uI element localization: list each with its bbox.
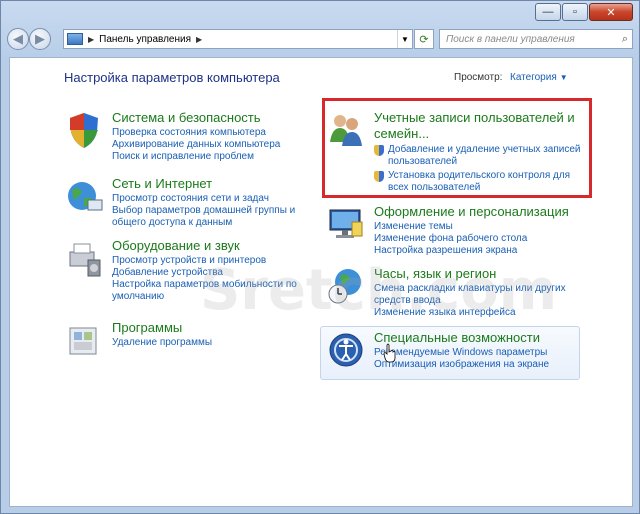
view-mode-dropdown[interactable]: Категория ▼	[510, 72, 568, 83]
category-clock-language: Часы, язык и регион Смена раскладки клав…	[322, 266, 582, 322]
link-text: Установка родительского контроля для	[388, 170, 571, 181]
link-keyboard-layout-cont[interactable]: средств ввода	[374, 295, 566, 307]
hand-cursor-icon	[383, 343, 396, 363]
link-check-status[interactable]: Проверка состояния компьютера	[112, 127, 280, 139]
category-title[interactable]: Сеть и Интернет	[112, 176, 212, 191]
programs-icon	[69, 327, 97, 355]
control-panel-icon	[67, 33, 83, 45]
breadcrumb-arrow-icon[interactable]: ▶	[196, 35, 202, 44]
page-title: Настройка параметров компьютера	[64, 70, 280, 85]
chevron-down-icon: ▼	[559, 73, 568, 82]
search-placeholder: Поиск в панели управления	[446, 33, 575, 45]
category-title[interactable]: Оформление и персонализация	[374, 204, 569, 219]
category-title[interactable]: Оборудование и звук	[112, 238, 240, 253]
navigation-bar: ◀ ▶ ▶ Панель управления ▶ ▼ ⟳ Поиск в па…	[1, 25, 640, 55]
category-hardware-sound: Оборудование и звук Просмотр устройств и…	[64, 238, 304, 310]
link-devices-printers[interactable]: Просмотр устройств и принтеров	[112, 255, 297, 267]
control-panel-window: — ▫ ✕ ◀ ▶ ▶ Панель управления ▶ ▼ ⟳ Поис…	[0, 0, 640, 514]
refresh-icon: ⟳	[419, 33, 429, 46]
users-icon	[330, 115, 362, 146]
link-add-device[interactable]: Добавление устройства	[112, 267, 297, 279]
refresh-button[interactable]: ⟳	[414, 29, 434, 49]
link-mobility[interactable]: Настройка параметров мобильности по	[112, 279, 297, 291]
uac-shield-icon	[374, 145, 384, 156]
globe-network-icon	[68, 182, 103, 211]
arrow-left-icon: ◀	[13, 31, 23, 46]
view-label: Просмотр:	[454, 72, 503, 83]
address-dropdown-icon[interactable]: ▼	[397, 30, 412, 48]
link-optimize-display[interactable]: Оптимизация изображения на экране	[374, 359, 549, 371]
category-ease-of-access: Специальные возможности Рекомендуемые Wi…	[322, 330, 578, 378]
category-title[interactable]: Программы	[112, 320, 182, 335]
shield-icon	[70, 113, 98, 148]
category-title-line2[interactable]: семейн...	[374, 126, 429, 141]
category-title[interactable]: Специальные возможности	[374, 330, 540, 345]
link-network-status[interactable]: Просмотр состояния сети и задач	[112, 193, 295, 205]
link-mobility-cont[interactable]: умолчанию	[112, 291, 297, 303]
link-troubleshoot[interactable]: Поиск и исправление проблем	[112, 151, 280, 163]
category-system-security: Система и безопасность Проверка состояни…	[64, 110, 304, 166]
address-bar[interactable]: ▶ Панель управления ▶ ▼	[63, 29, 413, 49]
link-add-remove-accounts-cont[interactable]: пользователей	[374, 156, 581, 168]
category-title-line1[interactable]: Учетные записи пользователей и	[374, 110, 575, 125]
link-screen-resolution[interactable]: Настройка разрешения экрана	[374, 245, 527, 257]
main-content: Настройка параметров компьютера Просмотр…	[9, 57, 633, 507]
link-add-remove-accounts[interactable]: Добавление и удаление учетных записей	[374, 144, 581, 156]
link-change-wallpaper[interactable]: Изменение фона рабочего стола	[374, 233, 527, 245]
link-change-theme[interactable]: Изменение темы	[374, 221, 527, 233]
arrow-right-icon: ▶	[35, 31, 45, 46]
link-parental-controls-cont[interactable]: всех пользователей	[374, 182, 581, 194]
minimize-button[interactable]: —	[535, 3, 561, 21]
search-icon[interactable]: ⌕	[622, 33, 628, 46]
link-interface-language[interactable]: Изменение языка интерфейса	[374, 307, 566, 319]
link-text: Добавление и удаление учетных записей	[388, 144, 581, 155]
link-homegroup[interactable]: Выбор параметров домашней группы и	[112, 205, 295, 217]
uac-shield-icon	[374, 171, 384, 182]
category-title[interactable]: Часы, язык и регион	[374, 266, 496, 281]
link-backup[interactable]: Архивирование данных компьютера	[112, 139, 280, 151]
link-uninstall[interactable]: Удаление программы	[112, 337, 212, 349]
forward-button[interactable]: ▶	[29, 28, 51, 50]
display-personalization-icon	[329, 209, 363, 238]
ease-of-access-icon	[329, 333, 363, 367]
link-parental-controls[interactable]: Установка родительского контроля для	[374, 170, 581, 182]
breadcrumb-arrow-icon[interactable]: ▶	[88, 35, 94, 44]
category-title[interactable]: Система и безопасность	[112, 110, 261, 125]
category-programs: Программы Удаление программы	[64, 320, 304, 360]
breadcrumb-control-panel[interactable]: Панель управления	[99, 34, 191, 45]
link-keyboard-layout[interactable]: Смена раскладки клавиатуры или других	[374, 283, 566, 295]
back-button[interactable]: ◀	[7, 28, 29, 50]
clock-globe-icon	[328, 269, 361, 304]
view-mode-value: Категория	[510, 72, 557, 83]
search-input[interactable]: Поиск в панели управления ⌕	[439, 29, 633, 49]
category-user-accounts: Учетные записи пользователей и семейн...…	[322, 110, 592, 196]
link-text: всех пользователей	[388, 182, 481, 193]
category-network: Сеть и Интернет Просмотр состояния сети …	[64, 176, 304, 232]
category-appearance: Оформление и персонализация Изменение те…	[322, 204, 582, 260]
link-text: пользователей	[388, 156, 458, 167]
printer-icon	[69, 243, 101, 277]
maximize-button[interactable]: ▫	[562, 3, 588, 21]
link-recommended-settings[interactable]: Рекомендуемые Windows параметры	[374, 347, 549, 359]
link-homegroup-cont[interactable]: общего доступа к данным	[112, 217, 295, 229]
window-controls: — ▫ ✕	[535, 3, 633, 21]
close-button[interactable]: ✕	[589, 3, 633, 21]
